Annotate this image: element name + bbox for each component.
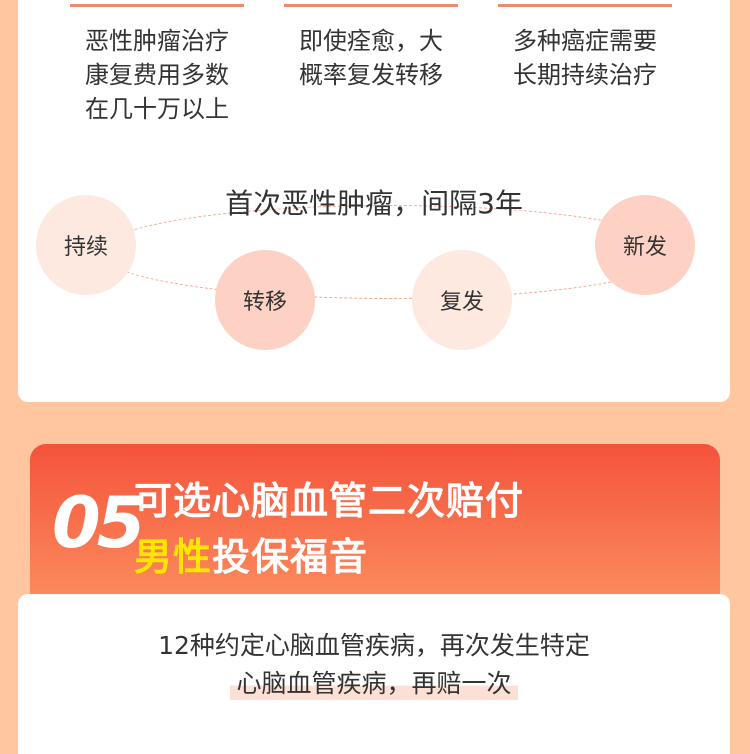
feature-line: 在几十万以上	[85, 95, 229, 123]
cycle-node-continue: 持续	[36, 195, 136, 295]
feature-line: 长期持续治疗	[513, 61, 657, 89]
description-card: 12种约定心脑血管疾病，再次发生特定 心脑血管疾病，再赔一次	[18, 594, 730, 754]
feature-text: 恶性肿瘤治疗 康复费用多数 在几十万以上	[70, 24, 244, 126]
cycle-node-new: 新发	[595, 195, 695, 295]
highlight-text: 男性	[134, 535, 213, 579]
cycle-node-recurrence: 复发	[412, 250, 512, 350]
feature-column-1: 恶性肿瘤治疗 康复费用多数 在几十万以上	[70, 0, 244, 126]
top-card: 恶性肿瘤治疗 康复费用多数 在几十万以上 即使痊愈，大 概率复发转移 多种癌症需…	[18, 0, 730, 402]
feature-line: 多种癌症需要	[513, 27, 657, 55]
title-rest: 投保福音	[212, 535, 369, 579]
feature-line: 恶性肿瘤治疗	[85, 27, 229, 55]
section-05-header: 05 可选心脑血管二次赔付 男性投保福音	[30, 444, 720, 604]
description-line1: 12种约定心脑血管疾病，再次发生特定	[158, 631, 590, 660]
feature-line: 即使痊愈，大	[299, 27, 443, 55]
description-line2: 心脑血管疾病，再赔一次	[230, 664, 518, 700]
feature-column-2: 即使痊愈，大 概率复发转移	[284, 0, 458, 92]
description-line2-wrap: 心脑血管疾病，再赔一次	[18, 664, 730, 700]
column-top-bar	[70, 4, 244, 7]
column-top-bar	[498, 4, 672, 7]
section-title-line1: 可选心脑血管二次赔付	[134, 479, 525, 523]
feature-line: 概率复发转移	[299, 61, 443, 89]
column-top-bar	[284, 4, 458, 7]
feature-column-3: 多种癌症需要 长期持续治疗	[498, 0, 672, 92]
section-title-line2: 男性投保福音	[134, 526, 368, 581]
feature-line: 康复费用多数	[85, 61, 229, 89]
feature-text: 即使痊愈，大 概率复发转移	[284, 24, 458, 92]
section-number: 05	[52, 482, 145, 564]
cycle-node-metastasis: 转移	[215, 250, 315, 350]
feature-text: 多种癌症需要 长期持续治疗	[498, 24, 672, 92]
